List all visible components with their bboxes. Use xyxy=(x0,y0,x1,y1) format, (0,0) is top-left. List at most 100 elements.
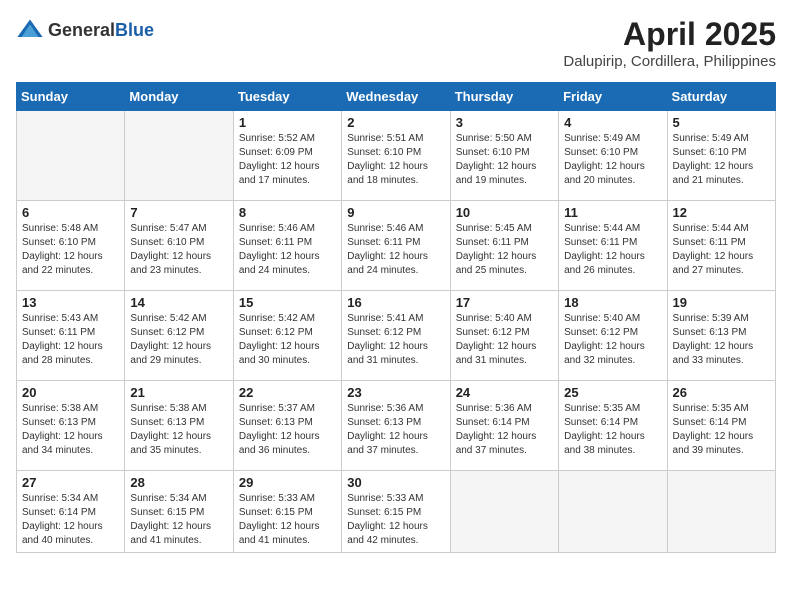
calendar-cell: 5 Sunrise: 5:49 AMSunset: 6:10 PMDaylight… xyxy=(667,111,775,201)
calendar-cell: 27 Sunrise: 5:34 AMSunset: 6:14 PMDayligh… xyxy=(17,471,125,553)
calendar: SundayMondayTuesdayWednesdayThursdayFrid… xyxy=(16,82,776,553)
location-title: Dalupirip, Cordillera, Philippines xyxy=(563,53,776,70)
day-of-week-header: Tuesday xyxy=(233,83,341,111)
logo-text-general: General xyxy=(48,20,115,40)
logo-text-blue: Blue xyxy=(115,20,154,40)
day-info: Sunrise: 5:36 AMSunset: 6:14 PMDaylight:… xyxy=(456,402,553,458)
day-info: Sunrise: 5:35 AMSunset: 6:14 PMDaylight:… xyxy=(564,402,661,458)
day-info: Sunrise: 5:38 AMSunset: 6:13 PMDaylight:… xyxy=(130,402,227,458)
calendar-cell: 9 Sunrise: 5:46 AMSunset: 6:11 PMDaylight… xyxy=(342,201,450,291)
day-info: Sunrise: 5:35 AMSunset: 6:14 PMDaylight:… xyxy=(673,402,770,458)
calendar-cell: 10 Sunrise: 5:45 AMSunset: 6:11 PMDayligh… xyxy=(450,201,558,291)
day-number: 11 xyxy=(564,205,661,220)
calendar-cell: 6 Sunrise: 5:48 AMSunset: 6:10 PMDaylight… xyxy=(17,201,125,291)
day-of-week-header: Thursday xyxy=(450,83,558,111)
day-info: Sunrise: 5:34 AMSunset: 6:14 PMDaylight:… xyxy=(22,492,119,548)
day-number: 19 xyxy=(673,295,770,310)
calendar-cell: 7Sunrise: 5:47 AMSunset: 6:10 PMDaylight… xyxy=(125,201,233,291)
day-number: 29 xyxy=(239,475,336,490)
calendar-cell: 11Sunrise: 5:44 AMSunset: 6:11 PMDayligh… xyxy=(559,201,667,291)
day-info: Sunrise: 5:51 AMSunset: 6:10 PMDaylight:… xyxy=(347,132,444,188)
day-number: 22 xyxy=(239,385,336,400)
day-number: 12 xyxy=(673,205,770,220)
calendar-cell xyxy=(450,471,558,553)
day-number: 7 xyxy=(130,205,227,220)
title-block: April 2025 Dalupirip, Cordillera, Philip… xyxy=(563,16,776,70)
calendar-cell: 28 Sunrise: 5:34 AMSunset: 6:15 PMDayligh… xyxy=(125,471,233,553)
day-number: 30 xyxy=(347,475,444,490)
month-title: April 2025 xyxy=(563,16,776,53)
calendar-cell: 2 Sunrise: 5:51 AMSunset: 6:10 PMDaylight… xyxy=(342,111,450,201)
day-of-week-header: Wednesday xyxy=(342,83,450,111)
day-number: 25 xyxy=(564,385,661,400)
day-info: Sunrise: 5:49 AMSunset: 6:10 PMDaylight:… xyxy=(564,132,661,188)
calendar-cell xyxy=(667,471,775,553)
calendar-cell xyxy=(559,471,667,553)
calendar-cell: 20 Sunrise: 5:38 AMSunset: 6:13 PMDayligh… xyxy=(17,381,125,471)
day-number: 10 xyxy=(456,205,553,220)
day-number: 13 xyxy=(22,295,119,310)
calendar-cell: 12 Sunrise: 5:44 AMSunset: 6:11 PMDayligh… xyxy=(667,201,775,291)
calendar-cell: 19 Sunrise: 5:39 AMSunset: 6:13 PMDayligh… xyxy=(667,291,775,381)
day-info: Sunrise: 5:45 AMSunset: 6:11 PMDaylight:… xyxy=(456,222,553,278)
day-info: Sunrise: 5:40 AMSunset: 6:12 PMDaylight:… xyxy=(456,312,553,368)
day-number: 15 xyxy=(239,295,336,310)
day-number: 4 xyxy=(564,115,661,130)
day-info: Sunrise: 5:49 AMSunset: 6:10 PMDaylight:… xyxy=(673,132,770,188)
logo-icon xyxy=(16,16,44,44)
day-number: 16 xyxy=(347,295,444,310)
day-info: Sunrise: 5:42 AMSunset: 6:12 PMDaylight:… xyxy=(239,312,336,368)
day-number: 5 xyxy=(673,115,770,130)
day-number: 28 xyxy=(130,475,227,490)
day-info: Sunrise: 5:41 AMSunset: 6:12 PMDaylight:… xyxy=(347,312,444,368)
day-number: 20 xyxy=(22,385,119,400)
calendar-cell: 30 Sunrise: 5:33 AMSunset: 6:15 PMDayligh… xyxy=(342,471,450,553)
day-number: 1 xyxy=(239,115,336,130)
calendar-cell: 17 Sunrise: 5:40 AMSunset: 6:12 PMDayligh… xyxy=(450,291,558,381)
calendar-cell: 15 Sunrise: 5:42 AMSunset: 6:12 PMDayligh… xyxy=(233,291,341,381)
day-info: Sunrise: 5:33 AMSunset: 6:15 PMDaylight:… xyxy=(239,492,336,548)
calendar-cell: 25 Sunrise: 5:35 AMSunset: 6:14 PMDayligh… xyxy=(559,381,667,471)
day-info: Sunrise: 5:43 AMSunset: 6:11 PMDaylight:… xyxy=(22,312,119,368)
day-info: Sunrise: 5:46 AMSunset: 6:11 PMDaylight:… xyxy=(239,222,336,278)
day-info: Sunrise: 5:39 AMSunset: 6:13 PMDaylight:… xyxy=(673,312,770,368)
calendar-cell: 24 Sunrise: 5:36 AMSunset: 6:14 PMDayligh… xyxy=(450,381,558,471)
calendar-cell: 13 Sunrise: 5:43 AMSunset: 6:11 PMDayligh… xyxy=(17,291,125,381)
day-info: Sunrise: 5:44 AMSunset: 6:11 PMDaylight:… xyxy=(673,222,770,278)
calendar-cell: 26 Sunrise: 5:35 AMSunset: 6:14 PMDayligh… xyxy=(667,381,775,471)
calendar-cell xyxy=(17,111,125,201)
day-number: 26 xyxy=(673,385,770,400)
day-info: Sunrise: 5:36 AMSunset: 6:13 PMDaylight:… xyxy=(347,402,444,458)
logo: GeneralBlue xyxy=(16,16,154,44)
page-header: GeneralBlue April 2025 Dalupirip, Cordil… xyxy=(16,16,776,70)
day-info: Sunrise: 5:33 AMSunset: 6:15 PMDaylight:… xyxy=(347,492,444,548)
day-number: 18 xyxy=(564,295,661,310)
day-of-week-header: Saturday xyxy=(667,83,775,111)
calendar-cell: 3 Sunrise: 5:50 AMSunset: 6:10 PMDaylight… xyxy=(450,111,558,201)
calendar-cell: 14Sunrise: 5:42 AMSunset: 6:12 PMDayligh… xyxy=(125,291,233,381)
day-of-week-header: Friday xyxy=(559,83,667,111)
day-number: 9 xyxy=(347,205,444,220)
calendar-cell: 16 Sunrise: 5:41 AMSunset: 6:12 PMDayligh… xyxy=(342,291,450,381)
day-number: 14 xyxy=(130,295,227,310)
day-number: 3 xyxy=(456,115,553,130)
day-number: 27 xyxy=(22,475,119,490)
day-number: 6 xyxy=(22,205,119,220)
day-number: 24 xyxy=(456,385,553,400)
day-of-week-header: Sunday xyxy=(17,83,125,111)
day-info: Sunrise: 5:50 AMSunset: 6:10 PMDaylight:… xyxy=(456,132,553,188)
calendar-cell: 8Sunrise: 5:46 AMSunset: 6:11 PMDaylight… xyxy=(233,201,341,291)
calendar-cell: 18Sunrise: 5:40 AMSunset: 6:12 PMDayligh… xyxy=(559,291,667,381)
day-info: Sunrise: 5:38 AMSunset: 6:13 PMDaylight:… xyxy=(22,402,119,458)
calendar-cell: 21 Sunrise: 5:38 AMSunset: 6:13 PMDayligh… xyxy=(125,381,233,471)
day-number: 23 xyxy=(347,385,444,400)
day-number: 2 xyxy=(347,115,444,130)
day-info: Sunrise: 5:48 AMSunset: 6:10 PMDaylight:… xyxy=(22,222,119,278)
calendar-cell: 1 Sunrise: 5:52 AMSunset: 6:09 PMDaylight… xyxy=(233,111,341,201)
day-info: Sunrise: 5:46 AMSunset: 6:11 PMDaylight:… xyxy=(347,222,444,278)
day-info: Sunrise: 5:34 AMSunset: 6:15 PMDaylight:… xyxy=(130,492,227,548)
day-of-week-header: Monday xyxy=(125,83,233,111)
day-number: 17 xyxy=(456,295,553,310)
day-info: Sunrise: 5:52 AMSunset: 6:09 PMDaylight:… xyxy=(239,132,336,188)
day-number: 21 xyxy=(130,385,227,400)
